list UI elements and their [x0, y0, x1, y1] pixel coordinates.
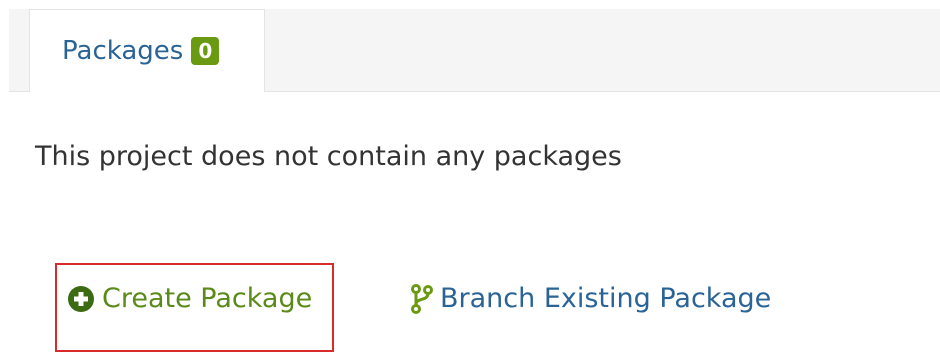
branch-existing-package-label: Branch Existing Package	[440, 283, 772, 314]
create-package-label: Create Package	[102, 283, 313, 314]
create-package-link[interactable]: Create Package	[67, 283, 312, 314]
code-branch-icon	[411, 283, 433, 314]
plus-circle-icon	[67, 285, 95, 313]
package-count-badge: 0	[191, 37, 220, 65]
tab-packages[interactable]: Packages 0	[29, 9, 265, 92]
empty-state-message: This project does not contain any packag…	[35, 141, 622, 172]
tab-packages-label: Packages	[62, 36, 184, 66]
branch-existing-package-link[interactable]: Branch Existing Package	[411, 283, 771, 314]
tab-bar: Packages 0	[9, 9, 940, 92]
